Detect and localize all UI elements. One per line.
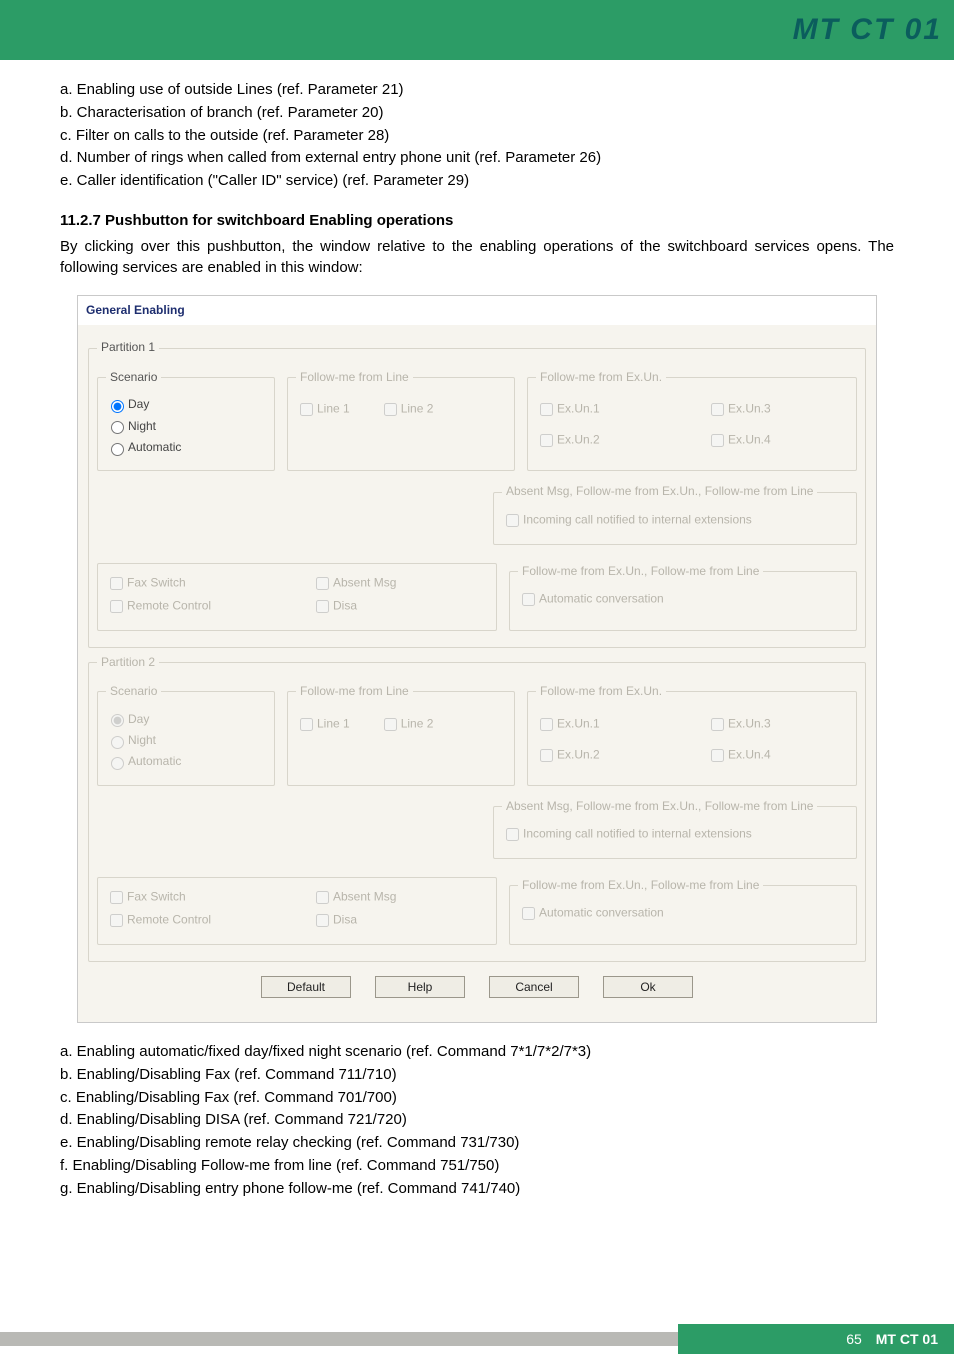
follow-line-legend: Follow-me from Line [296, 683, 413, 700]
follow-line-group-1: Follow-me from Line Line 1 Line 2 [287, 369, 515, 472]
disa-checkbox: Disa [312, 911, 488, 930]
follow-ex-line-group-2: Follow-me from Ex.Un., Follow-me from Li… [509, 877, 857, 945]
exun4-checkbox[interactable]: Ex.Un.4 [707, 431, 848, 450]
absent-msg-legend: Absent Msg, Follow-me from Ex.Un., Follo… [502, 798, 817, 815]
follow-exun-legend: Follow-me from Ex.Un. [536, 683, 666, 700]
incoming-notify-checkbox[interactable]: Incoming call notified to internal exten… [502, 511, 848, 530]
absent-msg-group-2: Absent Msg, Follow-me from Ex.Un., Follo… [493, 798, 857, 859]
follow-exun-legend: Follow-me from Ex.Un. [536, 369, 666, 386]
intro-item: d. Number of rings when called from exte… [60, 147, 894, 169]
after-item: e. Enabling/Disabling remote relay check… [60, 1132, 894, 1154]
footer-bar: 65 MT CT 01 [0, 1324, 954, 1354]
exun2-checkbox[interactable]: Ex.Un.2 [536, 431, 677, 450]
intro-item: a. Enabling use of outside Lines (ref. P… [60, 79, 894, 101]
intro-item: c. Filter on calls to the outside (ref. … [60, 125, 894, 147]
absent-msg-group-1: Absent Msg, Follow-me from Ex.Un., Follo… [493, 483, 857, 544]
exun2-checkbox: Ex.Un.2 [536, 746, 677, 765]
intro-list: a. Enabling use of outside Lines (ref. P… [60, 79, 894, 192]
after-item: f. Enabling/Disabling Follow-me from lin… [60, 1155, 894, 1177]
switches-group-1: Fax Switch Remote Control Absent Msg Dis… [97, 563, 497, 631]
cancel-button[interactable]: Cancel [489, 976, 579, 998]
scenario-option-day: Day [106, 711, 266, 728]
exun3-checkbox[interactable]: Ex.Un.3 [707, 400, 848, 419]
scenario-group-1: Scenario Day Night Automatic [97, 369, 275, 472]
after-item: b. Enabling/Disabling Fax (ref. Command … [60, 1064, 894, 1086]
scenario-group-2: Scenario Day Night Automatic [97, 683, 275, 786]
footer-divider [0, 1332, 678, 1346]
intro-item: b. Characterisation of branch (ref. Para… [60, 102, 894, 124]
exun1-checkbox[interactable]: Ex.Un.1 [536, 400, 677, 419]
scenario-legend: Scenario [106, 369, 161, 386]
switches-group-2: Fax Switch Remote Control Absent Msg Dis… [97, 877, 497, 945]
default-button[interactable]: Default [261, 976, 351, 998]
partition-1-legend: Partition 1 [97, 339, 159, 356]
intro-item: e. Caller identification ("Caller ID" se… [60, 170, 894, 192]
disa-checkbox[interactable]: Disa [312, 597, 488, 616]
follow-line-group-2: Follow-me from Line Line 1 Line 2 [287, 683, 515, 786]
exun3-checkbox: Ex.Un.3 [707, 715, 848, 734]
line2-checkbox[interactable]: Line 2 [380, 400, 434, 419]
scenario-option-night[interactable]: Night [106, 418, 266, 435]
help-button[interactable]: Help [375, 976, 465, 998]
exun4-checkbox: Ex.Un.4 [707, 746, 848, 765]
top-bar: MT CT 01 [0, 0, 954, 60]
line1-checkbox: Line 1 [296, 715, 350, 734]
follow-exun-group-2: Follow-me from Ex.Un. Ex.Un.1 Ex.Un.3 Ex… [527, 683, 857, 786]
ok-button[interactable]: Ok [603, 976, 693, 998]
line1-checkbox[interactable]: Line 1 [296, 400, 350, 419]
partition-2: Partition 2 Scenario Day Night Automatic… [88, 654, 866, 962]
footer-page-number: 65 [846, 1331, 862, 1347]
scenario-option-automatic[interactable]: Automatic [106, 439, 266, 456]
footer-doc-code: MT CT 01 [876, 1331, 938, 1347]
scenario-option-night: Night [106, 732, 266, 749]
auto-conversation-checkbox[interactable]: Automatic conversation [518, 590, 848, 609]
subsection-paragraph: By clicking over this pushbutton, the wi… [60, 236, 894, 280]
remote-control-checkbox: Remote Control [106, 911, 282, 930]
auto-conversation-checkbox: Automatic conversation [518, 904, 848, 923]
follow-exun-group-1: Follow-me from Ex.Un. Ex.Un.1 Ex.Un.3 Ex… [527, 369, 857, 472]
after-item: c. Enabling/Disabling Fax (ref. Command … [60, 1087, 894, 1109]
partition-2-legend: Partition 2 [97, 654, 159, 671]
remote-control-checkbox[interactable]: Remote Control [106, 597, 282, 616]
after-item: a. Enabling automatic/fixed day/fixed ni… [60, 1041, 894, 1063]
subsection-heading: 11.2.7 Pushbutton for switchboard Enabli… [60, 210, 894, 232]
scenario-option-day[interactable]: Day [106, 396, 266, 413]
follow-line-legend: Follow-me from Line [296, 369, 413, 386]
dialog-title: General Enabling [78, 296, 876, 325]
general-enabling-dialog: General Enabling Partition 1 Scenario Da… [77, 295, 877, 1023]
page-header-title: MT CT 01 [793, 13, 942, 47]
incoming-notify-checkbox: Incoming call notified to internal exten… [502, 825, 848, 844]
after-list: a. Enabling automatic/fixed day/fixed ni… [60, 1041, 894, 1199]
fax-switch-checkbox[interactable]: Fax Switch [106, 574, 282, 593]
partition-1: Partition 1 Scenario Day Night Automatic… [88, 339, 866, 647]
scenario-option-automatic: Automatic [106, 753, 266, 770]
follow-ex-line-legend: Follow-me from Ex.Un., Follow-me from Li… [518, 877, 763, 894]
fax-switch-checkbox: Fax Switch [106, 888, 282, 907]
after-item: g. Enabling/Disabling entry phone follow… [60, 1178, 894, 1200]
absent-msg-checkbox: Absent Msg [312, 888, 488, 907]
line2-checkbox: Line 2 [380, 715, 434, 734]
exun1-checkbox: Ex.Un.1 [536, 715, 677, 734]
follow-ex-line-legend: Follow-me from Ex.Un., Follow-me from Li… [518, 563, 763, 580]
after-item: d. Enabling/Disabling DISA (ref. Command… [60, 1109, 894, 1131]
absent-msg-legend: Absent Msg, Follow-me from Ex.Un., Follo… [502, 483, 817, 500]
absent-msg-checkbox[interactable]: Absent Msg [312, 574, 488, 593]
scenario-legend: Scenario [106, 683, 161, 700]
follow-ex-line-group-1: Follow-me from Ex.Un., Follow-me from Li… [509, 563, 857, 631]
